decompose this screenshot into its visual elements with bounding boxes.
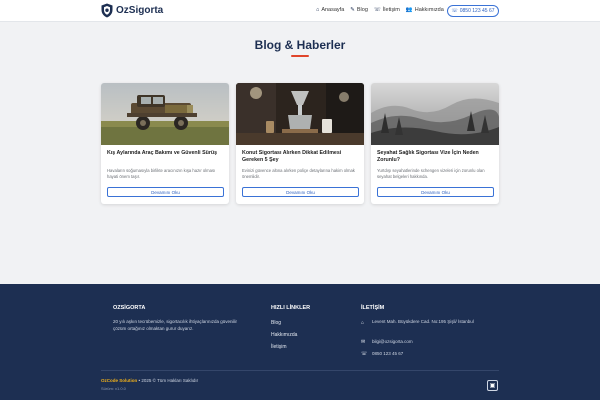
blog-card-excerpt: Evinizi güvence altına alırken poliçe de… (242, 168, 355, 179)
phone-button[interactable]: ☏ 0850 123 45 67 (447, 5, 499, 17)
copyright-text: • 2025 © Tüm Hakları Saklıdır (138, 378, 199, 383)
nav-item-label: Anasayfa (321, 7, 345, 13)
vintage-truck-photo (101, 83, 229, 145)
page-title: Blog & Haberler (254, 38, 346, 52)
nav-item-blog[interactable]: ✎ Blog (350, 7, 368, 13)
footer-link-about[interactable]: Hakkımızda (271, 332, 297, 338)
footer-phone[interactable]: 0850 123 45 67 (372, 351, 403, 358)
users-icon: 👥 (405, 7, 413, 13)
blog-card-title[interactable]: Seyahat Sağlık Sigortası Vize İçin Neden… (377, 150, 495, 164)
calendar-icon: ▣ (489, 383, 496, 389)
shield-icon (101, 3, 113, 18)
footer-address: Levent Mah. Büyükdere Cad. No:195 Şişli/… (372, 319, 474, 324)
nav-links: ⌂ Anasayfa ✎ Blog ☏ İletişim 👥 Hakkımızd… (316, 7, 444, 13)
brand-name: OzSigorta (116, 5, 164, 16)
footer-links-title: HIZLI LİNKLER (271, 305, 311, 311)
footer (0, 284, 600, 400)
read-more-button[interactable]: Devamını Oku (107, 187, 224, 197)
nav-item-label: İletişim (382, 7, 400, 13)
home-icon: ⌂ (316, 7, 320, 13)
footer-link-contact[interactable]: İletişim (271, 344, 287, 350)
copyright-brand[interactable]: OzCode Solution (101, 378, 137, 383)
read-more-button[interactable]: Devamını Oku (242, 187, 359, 197)
phone-icon: ☏ (361, 351, 368, 357)
blog-card: Seyahat Sağlık Sigortası Vize İçin Neden… (371, 83, 499, 204)
blog-card-title[interactable]: Kış Aylarında Araç Bakımı ve Güvenli Sür… (107, 150, 225, 157)
blog-card: Konut Sigortası Alırken Dikkat Edilmesi … (236, 83, 364, 204)
footer-about-text: 20 yılı aşkın tecrübemizle, sigortacılık… (113, 319, 238, 331)
footer-email[interactable]: bilgi@ozsigorta.com (372, 339, 413, 346)
nav-item-label: Hakkımızda (414, 7, 444, 13)
foggy-forest-photo (371, 83, 499, 145)
brand-logo[interactable]: OzSigorta (101, 3, 163, 18)
blog-card-title[interactable]: Konut Sigortası Alırken Dikkat Edilmesi … (242, 150, 360, 164)
phone-icon: ☏ (451, 8, 458, 14)
phone-icon: ☏ (373, 7, 381, 13)
copyright: OzCode Solution • 2025 © Tüm Hakları Sak… (101, 378, 198, 383)
blog-card-excerpt: Yurtdışı seyahatlerinde schengen vizeler… (377, 168, 485, 179)
title-underline (291, 55, 309, 57)
scroll-top-button[interactable]: ▣ (487, 380, 498, 391)
read-more-button[interactable]: Devamını Oku (377, 187, 494, 197)
footer-about-title: OZSİGORTA (113, 305, 146, 311)
footer-contact-title: İLETİŞİM (361, 305, 385, 311)
edit-icon: ✎ (350, 7, 355, 13)
footer-divider (101, 370, 499, 371)
coffee-bar-photo (236, 83, 364, 145)
nav-item-contact[interactable]: ☏ İletişim (374, 7, 400, 13)
nav-item-about[interactable]: 👥 Hakkımızda (406, 7, 444, 13)
blog-card: Kış Aylarında Araç Bakımı ve Güvenli Sür… (101, 83, 229, 204)
phone-number: 0850 123 45 67 (459, 8, 495, 14)
mail-icon: ✉ (361, 339, 366, 345)
version-text: Sürüm: v1.0.0 (101, 386, 126, 391)
blog-card-excerpt: Havaların soğumasıyla birlikte aracınızı… (107, 168, 216, 179)
home-icon: ⌂ (361, 320, 365, 326)
navbar: OzSigorta ⌂ Anasayfa ✎ Blog ☏ İletişim 👥… (0, 0, 600, 22)
nav-item-label: Blog (356, 7, 368, 13)
footer-link-blog[interactable]: Blog (271, 320, 281, 326)
nav-item-home[interactable]: ⌂ Anasayfa (316, 7, 344, 13)
